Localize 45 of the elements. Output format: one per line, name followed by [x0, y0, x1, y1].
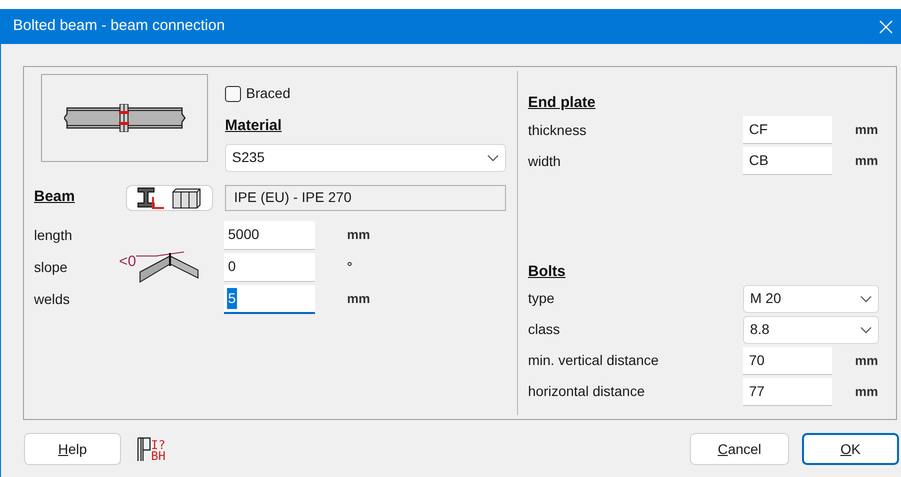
input-field[interactable]: 5000: [224, 220, 315, 250]
field-label: class: [528, 320, 561, 339]
unit-label: mm: [855, 121, 878, 140]
unit-label: mm: [855, 152, 878, 170]
dropdown[interactable]: M 20: [743, 284, 879, 312]
close-icon[interactable]: [879, 20, 893, 34]
cancel-button[interactable]: Cancel: [690, 433, 789, 465]
input-field[interactable]: CB: [743, 147, 832, 175]
window-title: Bolted beam - beam connection: [13, 16, 225, 36]
field-label: thickness: [528, 120, 588, 140]
field-label: welds: [34, 290, 71, 308]
dropdown[interactable]: 8.8: [743, 316, 879, 344]
catalog-books-icon: [170, 186, 202, 208]
field-label: horizontal distance: [528, 382, 646, 401]
input-field[interactable]: CF: [743, 116, 832, 144]
section-heading: Bolts: [528, 262, 566, 282]
braced-checkbox[interactable]: [225, 86, 241, 102]
field-label: length: [34, 226, 74, 245]
section-heading: Beam: [34, 187, 76, 208]
chevron-down-icon: [487, 154, 499, 162]
profile-picker-button[interactable]: [126, 184, 213, 210]
angle-hint: <0: [119, 252, 136, 272]
field-label: slope: [34, 258, 68, 277]
ok-button[interactable]: OK: [802, 433, 899, 465]
unit-label: mm: [855, 352, 878, 370]
checkbox-label: Braced: [246, 84, 290, 103]
field-label: type: [528, 289, 556, 308]
chevron-down-icon: [860, 294, 872, 302]
input-field[interactable]: 70: [743, 346, 832, 374]
input-field[interactable]: 77: [743, 378, 832, 406]
field-label: min. vertical distance: [528, 351, 660, 370]
section-heading: End plate: [528, 93, 597, 113]
section-heading: Material: [225, 116, 283, 136]
unit-label: mm: [855, 382, 878, 401]
chevron-down-icon: [860, 326, 872, 334]
material-dropdown[interactable]: S235: [225, 144, 506, 172]
unit-label: mm: [347, 226, 370, 244]
field-label: width: [528, 152, 562, 170]
unit-label: °: [347, 258, 352, 276]
input-field[interactable]: 0: [224, 252, 315, 282]
profile-shapes-icon: [136, 186, 164, 208]
input-field[interactable]: 5: [224, 284, 315, 314]
help-button[interactable]: Help: [24, 433, 121, 465]
unit-label: mm: [347, 290, 370, 308]
profile-field: IPE (EU) - IPE 270: [225, 184, 506, 210]
